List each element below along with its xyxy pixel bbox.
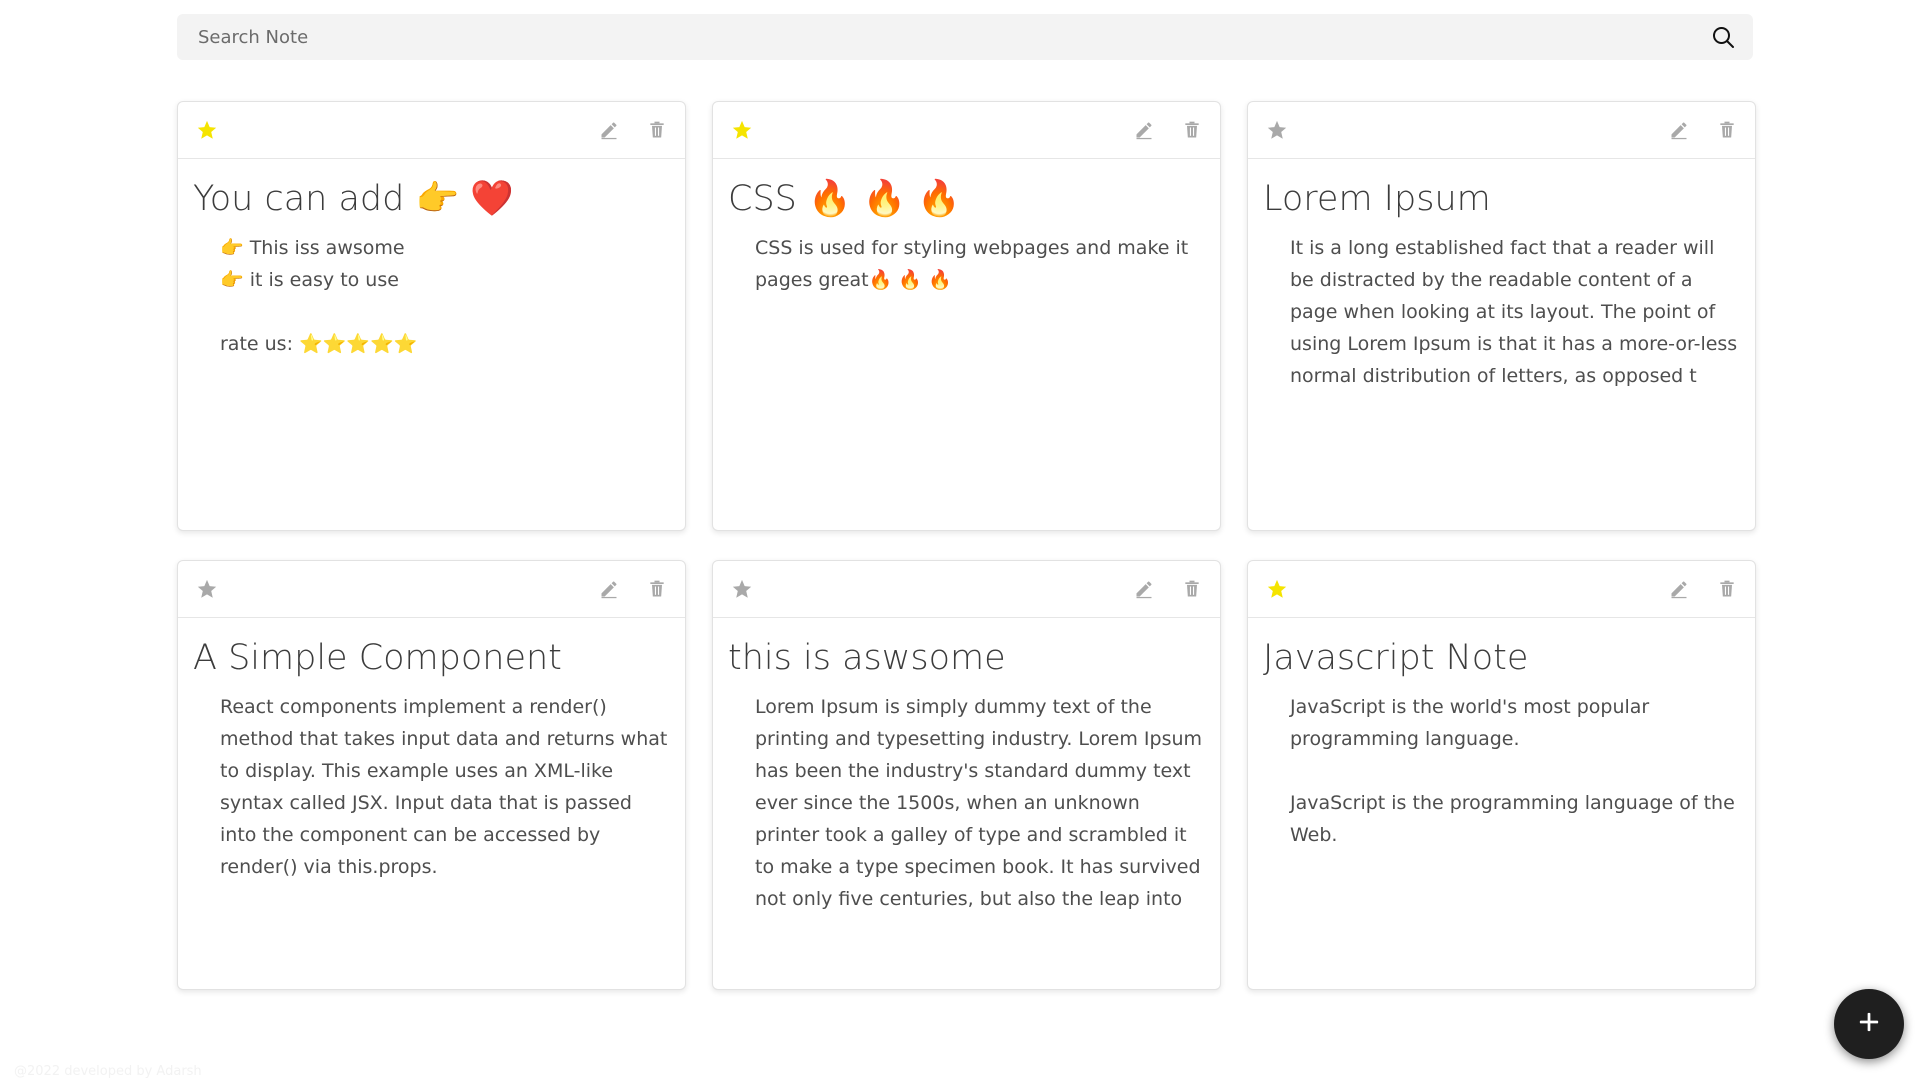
note-card: You can add 👉 ❤️ 👉 This iss awsome 👉 it … [177, 101, 686, 531]
star-icon[interactable] [1266, 578, 1288, 600]
note-title: CSS 🔥 🔥 🔥 [728, 179, 961, 219]
note-card-header [1248, 561, 1755, 618]
note-card: Javascript Note JavaScript is the world'… [1247, 560, 1756, 990]
pencil-icon[interactable] [1669, 579, 1689, 599]
note-spacer [1290, 755, 1740, 787]
note-body: You can add 👉 ❤️ 👉 This iss awsome 👉 it … [178, 159, 685, 360]
note-content: 👉 This iss awsome 👉 it is easy to use ra… [193, 223, 670, 360]
note-title: Javascript Note [1263, 638, 1529, 678]
note-card-header [713, 561, 1220, 618]
note-content: React components implement a render() me… [193, 682, 670, 883]
note-body: CSS 🔥 🔥 🔥 CSS is used for styling webpag… [713, 159, 1220, 296]
search-input[interactable] [177, 14, 1703, 60]
note-card: A Simple Component React components impl… [177, 560, 686, 990]
pencil-icon[interactable] [1134, 120, 1154, 140]
note-actions [599, 119, 667, 141]
note-title: this is aswsome [728, 638, 1006, 678]
note-line: rate us: ⭐⭐⭐⭐⭐ [220, 333, 418, 355]
pencil-icon[interactable] [1134, 579, 1154, 599]
pencil-icon[interactable] [1669, 120, 1689, 140]
star-icon[interactable] [1266, 119, 1288, 141]
note-actions [1669, 578, 1737, 600]
star-icon[interactable] [731, 578, 753, 600]
note-content: CSS is used for styling webpages and mak… [728, 223, 1205, 296]
search-icon[interactable] [1703, 14, 1743, 60]
search-bar [177, 14, 1753, 60]
note-title: Lorem Ipsum [1263, 179, 1491, 219]
note-card: Lorem Ipsum It is a long established fac… [1247, 101, 1756, 531]
notes-grid: You can add 👉 ❤️ 👉 This iss awsome 👉 it … [177, 101, 1757, 990]
note-card: CSS 🔥 🔥 🔥 CSS is used for styling webpag… [712, 101, 1221, 531]
note-title: You can add 👉 ❤️ [193, 179, 514, 219]
note-line: It is a long established fact that a rea… [1290, 237, 1738, 387]
note-card: this is aswsome Lorem Ipsum is simply du… [712, 560, 1221, 990]
note-line: Lorem Ipsum is simply dummy text of the … [755, 696, 1203, 910]
note-body: this is aswsome Lorem Ipsum is simply du… [713, 618, 1220, 915]
note-body: Lorem Ipsum It is a long established fac… [1248, 159, 1755, 392]
note-spacer [220, 296, 670, 328]
note-body: Javascript Note JavaScript is the world'… [1248, 618, 1755, 851]
note-content: Lorem Ipsum is simply dummy text of the … [728, 682, 1205, 915]
note-actions [1134, 119, 1202, 141]
note-actions [1669, 119, 1737, 141]
note-line: 👉 it is easy to use [220, 269, 399, 291]
note-content: JavaScript is the world's most popular p… [1263, 682, 1740, 851]
trash-icon[interactable] [1717, 578, 1737, 600]
note-body: A Simple Component React components impl… [178, 618, 685, 883]
note-card-header [178, 102, 685, 159]
pencil-icon[interactable] [599, 120, 619, 140]
note-line: CSS is used for styling webpages and mak… [755, 237, 1189, 291]
note-content: It is a long established fact that a rea… [1263, 223, 1740, 392]
note-card-header [1248, 102, 1755, 159]
note-line: JavaScript is the world's most popular p… [1290, 696, 1650, 750]
note-actions [1134, 578, 1202, 600]
note-line: 👉 This iss awsome [220, 237, 405, 259]
star-icon[interactable] [196, 119, 218, 141]
pencil-icon[interactable] [599, 579, 619, 599]
plus-icon [1858, 1011, 1880, 1037]
note-line: React components implement a render() me… [220, 696, 668, 878]
trash-icon[interactable] [647, 578, 667, 600]
star-icon[interactable] [731, 119, 753, 141]
footer-credit: @2022 developed by Adarsh [14, 1064, 202, 1079]
note-actions [599, 578, 667, 600]
trash-icon[interactable] [1182, 119, 1202, 141]
note-card-header [713, 102, 1220, 159]
trash-icon[interactable] [1182, 578, 1202, 600]
trash-icon[interactable] [1717, 119, 1737, 141]
note-line: JavaScript is the programming language o… [1290, 792, 1735, 846]
add-note-button[interactable] [1834, 989, 1904, 1059]
note-title: A Simple Component [193, 638, 562, 678]
note-card-header [178, 561, 685, 618]
trash-icon[interactable] [647, 119, 667, 141]
star-icon[interactable] [196, 578, 218, 600]
